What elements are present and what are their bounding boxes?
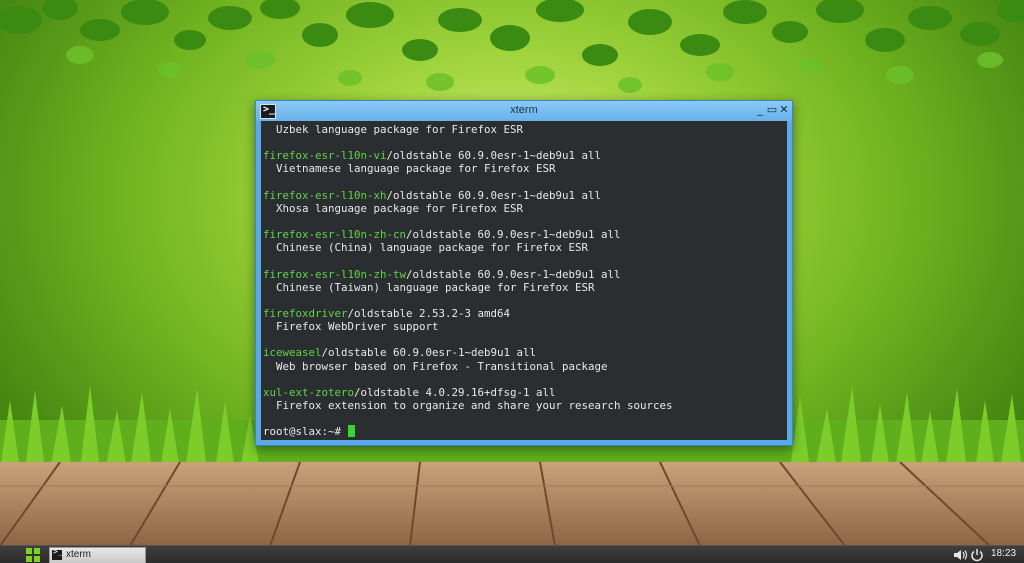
package-version: /oldstable 60.9.0esr-1~deb9u1 all (321, 346, 537, 360)
terminal-text: Firefox WebDriver support (263, 320, 439, 334)
package-version: /oldstable 60.9.0esr-1~deb9u1 all (406, 267, 621, 281)
package-name: firefoxdriver (263, 306, 348, 320)
terminal-line: firefox-esr-l10n-zh-tw/oldstable 60.9.0e… (263, 268, 783, 281)
terminal-line: Xhosa language package for Firefox ESR (263, 202, 783, 215)
terminal-cursor (347, 425, 355, 438)
terminal-line: iceweasel/oldstable 60.9.0esr-1~deb9u1 a… (263, 346, 783, 359)
package-version: /oldstable 4.0.29.16+dfsg-1 all (354, 385, 556, 399)
terminal-text: Chinese (Taiwan) language package for Fi… (263, 280, 595, 294)
package-name: firefox-esr-l10n-zh-tw (263, 267, 407, 281)
package-name: firefox-esr-l10n-zh-cn (263, 228, 407, 242)
package-name: firefox-esr-l10n-vi (263, 149, 387, 163)
terminal-line: root@slax:~# (263, 425, 783, 438)
terminal-text: Web browser based on Firefox - Transitio… (263, 359, 608, 373)
apps-grid-icon[interactable] (26, 548, 40, 562)
taskbar-item-xterm[interactable]: >_ xterm (49, 547, 146, 563)
terminal-text: Uzbek language package for Firefox ESR (263, 123, 524, 136)
terminal-line: firefox-esr-l10n-vi/oldstable 60.9.0esr-… (263, 149, 783, 162)
terminal-line: firefox-esr-l10n-xh/oldstable 60.9.0esr-… (263, 189, 783, 202)
clock[interactable]: 18:23 (991, 548, 1016, 559)
terminal-line: Vietnamese language package for Firefox … (263, 162, 783, 175)
taskbar: >_ xterm 18:23 (0, 545, 1024, 563)
terminal-line: firefoxdriver/oldstable 2.53.2-3 amd64 (263, 307, 783, 320)
terminal-line: xul-ext-zotero/oldstable 4.0.29.16+dfsg-… (263, 386, 783, 399)
power-icon[interactable] (970, 548, 984, 562)
window-titlebar[interactable]: >_ xterm _ ▭ ✕ (256, 101, 792, 121)
taskbar-item-label: xterm (66, 549, 91, 560)
xterm-window[interactable]: >_ xterm _ ▭ ✕ Uzbek language package fo… (255, 100, 793, 446)
terminal-line: Firefox extension to organize and share … (263, 399, 783, 412)
window-title: xterm (510, 104, 538, 116)
terminal-text: root@slax:~# (263, 425, 348, 439)
wallpaper-wood-floor (0, 462, 1024, 546)
minimize-icon[interactable]: _ (754, 103, 766, 117)
terminal-line: Uzbek language package for Firefox ESR (263, 123, 783, 136)
package-name: firefox-esr-l10n-xh (263, 188, 387, 202)
package-version: /oldstable 60.9.0esr-1~deb9u1 all (386, 188, 602, 202)
terminal-text: Vietnamese language package for Firefox … (263, 162, 556, 176)
volume-icon[interactable] (953, 548, 969, 562)
package-version: /oldstable 60.9.0esr-1~deb9u1 all (406, 228, 621, 242)
terminal-line: Chinese (China) language package for Fir… (263, 241, 783, 254)
package-name: xul-ext-zotero (263, 385, 355, 399)
package-version: /oldstable 60.9.0esr-1~deb9u1 all (386, 149, 602, 163)
terminal-lines: Uzbek language package for Firefox ESR fi… (263, 123, 783, 438)
terminal-text: Firefox extension to organize and share … (263, 398, 673, 412)
package-name: iceweasel (263, 346, 322, 360)
desktop: >_ xterm _ ▭ ✕ Uzbek language package fo… (0, 0, 1024, 563)
terminal-line: firefox-esr-l10n-zh-cn/oldstable 60.9.0e… (263, 228, 783, 241)
package-version: /oldstable 2.53.2-3 amd64 (347, 306, 511, 320)
terminal-line: Firefox WebDriver support (263, 320, 783, 333)
terminal-line: Chinese (Taiwan) language package for Fi… (263, 281, 783, 294)
maximize-icon[interactable]: ▭ (766, 103, 778, 117)
terminal-output[interactable]: Uzbek language package for Firefox ESR fi… (261, 121, 787, 440)
terminal-icon: >_ (52, 547, 63, 560)
terminal-text: Chinese (China) language package for Fir… (263, 241, 589, 255)
terminal-line: Web browser based on Firefox - Transitio… (263, 360, 783, 373)
close-icon[interactable]: ✕ (778, 103, 790, 117)
terminal-text: Xhosa language package for Firefox ESR (263, 201, 524, 215)
